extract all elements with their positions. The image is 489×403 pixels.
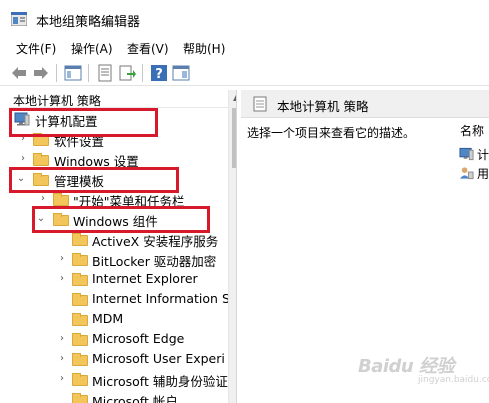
folder-icon	[72, 253, 88, 266]
tree-item-label: Microsoft Edge	[92, 331, 185, 346]
menu-action[interactable]: 操作(A)	[71, 40, 113, 57]
tree-item-computer-config[interactable]: 计算机配置	[9, 110, 228, 130]
list-item[interactable]: 用	[459, 165, 489, 183]
tree-item-windows-components[interactable]: ⌄ Windows 组件	[9, 210, 228, 230]
tree-item-internet-explorer[interactable]: › Internet Explorer	[9, 270, 228, 290]
scroll-up-arrow-icon[interactable]: ▲	[233, 93, 236, 102]
tree-scrollbar[interactable]: ▲	[228, 90, 236, 403]
toolbar-divider	[56, 64, 57, 82]
tree-item-label: Windows 设置	[54, 154, 139, 169]
tree-item-admin-templates[interactable]: ⌄ 管理模板	[9, 170, 228, 190]
tree-item-label: 计算机配置	[35, 114, 98, 129]
tree-item-mdm[interactable]: MDM	[9, 310, 228, 330]
tree-header: 本地计算机 策略	[9, 90, 228, 108]
toolbar-divider	[88, 64, 89, 82]
list-item-label: 用	[477, 167, 489, 181]
folder-icon	[72, 293, 88, 306]
export-list-icon[interactable]	[118, 64, 136, 82]
tree-item-label: ActiveX 安装程序服务	[92, 234, 219, 249]
folder-icon	[33, 133, 49, 146]
list-item-label: 计	[477, 148, 489, 162]
menu-help[interactable]: 帮助(H)	[183, 40, 225, 57]
tree-item-label: Microsoft User Experi	[92, 351, 225, 366]
policy-document-icon	[253, 96, 267, 112]
folder-icon	[33, 153, 49, 166]
tree-item-label: Internet Explorer	[92, 271, 198, 286]
folder-icon	[72, 393, 88, 403]
tree-item-label: Internet Information S	[92, 291, 230, 306]
group-policy-editor-window: 本地组策略编辑器 文件(F) 操作(A) 查看(V) 帮助(H) ? 本地计算机…	[0, 0, 489, 403]
tree-item-secondary-auth[interactable]: › Microsoft 辅助身份验证	[9, 370, 228, 390]
menu-view[interactable]: 查看(V)	[127, 40, 169, 57]
scrollbar-thumb[interactable]	[232, 108, 236, 168]
show-hide-tree-icon[interactable]	[64, 64, 82, 82]
folder-icon	[72, 373, 88, 386]
toolbar: ?	[0, 60, 489, 86]
column-header-name[interactable]: 名称	[460, 122, 484, 139]
filter-options-icon[interactable]	[172, 64, 190, 82]
tree-item-user-experience[interactable]: › Microsoft User Experi	[9, 350, 228, 370]
forward-arrow-icon[interactable]	[32, 64, 50, 82]
folder-icon	[53, 213, 69, 226]
menu-bar: 文件(F) 操作(A) 查看(V) 帮助(H)	[0, 38, 489, 58]
chevron-right-icon[interactable]: ›	[56, 353, 68, 365]
computer-icon	[459, 147, 474, 161]
folder-icon	[33, 173, 49, 186]
tree-item-label: BitLocker 驱动器加密	[92, 254, 217, 269]
menu-file[interactable]: 文件(F)	[16, 40, 56, 57]
chevron-right-icon[interactable]: ›	[56, 373, 68, 385]
chevron-down-icon[interactable]: ⌄	[35, 213, 47, 225]
user-icon	[459, 167, 474, 180]
folder-icon	[72, 313, 88, 326]
policy-app-icon	[11, 12, 27, 26]
tree-item-software-settings[interactable]: › 软件设置	[9, 130, 228, 150]
tree-item-activex[interactable]: ActiveX 安装程序服务	[9, 230, 228, 250]
folder-icon	[72, 333, 88, 346]
folder-icon	[53, 193, 69, 206]
tree-item-microsoft-account[interactable]: Microsoft 帐户	[9, 390, 228, 403]
chevron-right-icon[interactable]: ›	[37, 193, 49, 205]
computer-icon	[14, 112, 30, 126]
chevron-right-icon[interactable]: ›	[56, 253, 68, 265]
window-title: 本地组策略编辑器	[36, 15, 141, 30]
folder-icon	[72, 233, 88, 246]
watermark-url: jingyan.baidu.com	[418, 375, 489, 385]
chevron-right-icon[interactable]: ›	[17, 133, 29, 145]
chevron-right-icon[interactable]: ›	[17, 153, 29, 165]
chevron-right-icon[interactable]: ›	[56, 273, 68, 285]
tree-item-iis[interactable]: Internet Information S	[9, 290, 230, 310]
tree-item-microsoft-edge[interactable]: › Microsoft Edge	[9, 330, 228, 350]
toolbar-divider	[142, 64, 143, 82]
navigation-tree-pane[interactable]: 本地计算机 策略 计算机配置 › 软件设置 › Windows 设置 ⌄ 管理模…	[9, 90, 237, 403]
svg-text:?: ?	[155, 67, 163, 82]
tree-item-label: 管理模板	[54, 174, 105, 189]
tree-item-label: Microsoft 辅助身份验证	[92, 374, 228, 389]
folder-icon	[72, 353, 88, 366]
details-description: 选择一个项目来查看它的描述。	[247, 126, 416, 140]
details-header: 本地计算机 策略	[241, 90, 489, 118]
title-bar[interactable]: 本地组策略编辑器	[0, 0, 489, 38]
chevron-right-icon[interactable]: ›	[56, 333, 68, 345]
tree-item-label: "开始"菜单和任务栏	[73, 194, 185, 209]
tree-item-label: Windows 组件	[73, 214, 158, 229]
details-title: 本地计算机 策略	[277, 99, 369, 114]
tree-item-label: Microsoft 帐户	[92, 394, 178, 403]
help-icon[interactable]: ?	[150, 64, 168, 82]
chevron-down-icon[interactable]: ⌄	[15, 173, 27, 185]
back-arrow-icon[interactable]	[10, 64, 28, 82]
tree-item-label: MDM	[92, 311, 124, 326]
tree-item-windows-settings[interactable]: › Windows 设置	[9, 150, 228, 170]
tree-item-bitlocker[interactable]: › BitLocker 驱动器加密	[9, 250, 228, 270]
tree-header-label: 本地计算机 策略	[13, 94, 101, 108]
list-item[interactable]: 计	[459, 146, 489, 164]
properties-icon[interactable]	[96, 64, 114, 82]
folder-icon	[72, 273, 88, 286]
tree-item-start-menu-taskbar[interactable]: › "开始"菜单和任务栏	[9, 190, 228, 210]
tree-item-label: 软件设置	[54, 134, 105, 149]
